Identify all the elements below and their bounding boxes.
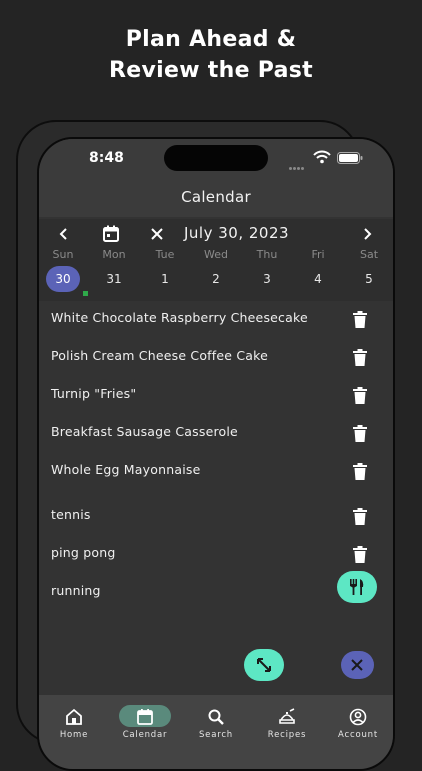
weekday-thu: Thu [256,248,278,261]
activity-name[interactable]: ping pong [51,545,115,560]
phone-screen: 8:48 Calendar July 30, 2023 Sun Mon Tue … [37,137,395,771]
weekday-wed: Wed [204,248,228,261]
day-5[interactable]: 5 [352,266,386,292]
date-title: July 30, 2023 [184,224,290,242]
recipes-icon [279,708,295,724]
search-icon [208,709,224,725]
day-30[interactable]: 30 [46,266,80,292]
activity-name[interactable]: running [51,583,101,598]
home-icon [66,708,82,725]
activity-row: ping pong [39,537,393,573]
account-icon [349,708,367,726]
meal-name[interactable]: White Chocolate Raspberry Cheesecake [51,310,308,325]
status-bar: 8:48 [39,139,393,181]
meal-name[interactable]: Turnip "Fries" [51,386,136,401]
close-icon [351,659,363,671]
trash-icon[interactable] [353,349,367,366]
calendar-picker-icon[interactable] [99,222,123,246]
fork-knife-icon [350,579,364,595]
chevron-left-icon[interactable] [52,222,76,246]
day-4[interactable]: 4 [301,266,335,292]
meal-name[interactable]: Whole Egg Mayonnaise [51,462,200,477]
meal-row: White Chocolate Raspberry Cheesecake [39,302,393,338]
day-2[interactable]: 2 [199,266,233,292]
headline-line-1: Plan Ahead & [125,27,297,52]
nav-recipes[interactable]: Recipes [252,703,322,743]
trash-icon[interactable] [353,508,367,525]
chevron-right-icon[interactable] [355,222,379,246]
meal-row: Whole Egg Mayonnaise [39,454,393,490]
expand-diagonal-icon [257,658,271,672]
bottom-navigation: Home Calendar Search Recipes Account [39,695,393,769]
day-1[interactable]: 1 [148,266,182,292]
meal-row: Breakfast Sausage Casserole [39,416,393,452]
meal-name[interactable]: Polish Cream Cheese Coffee Cake [51,348,268,363]
activity-row: tennis [39,499,393,535]
meal-row: Polish Cream Cheese Coffee Cake [39,340,393,376]
expand-button[interactable] [244,649,284,681]
trash-icon[interactable] [353,425,367,442]
signal-icon [289,155,311,170]
nav-recipes-label: Recipes [267,730,307,740]
dynamic-island [164,145,268,171]
calendar-icon [137,709,153,725]
day-3[interactable]: 3 [250,266,284,292]
calendar-strip: July 30, 2023 Sun Mon Tue Wed Thu Fri Sa… [39,219,393,301]
weekday-mon: Mon [102,248,126,261]
clear-date-icon[interactable] [145,222,169,246]
activity-name[interactable]: tennis [51,507,91,522]
trash-icon[interactable] [353,387,367,404]
weekday-sun: Sun [52,248,74,261]
trash-icon[interactable] [353,463,367,480]
headline-line-2: Review the Past [109,58,313,83]
trash-icon[interactable] [353,311,367,328]
headline: Plan Ahead & Review the Past [0,24,422,86]
meal-row: Turnip "Fries" [39,378,393,414]
weekday-tue: Tue [155,248,175,261]
day-31[interactable]: 31 [97,266,131,292]
wifi-icon [313,150,331,164]
nav-search[interactable]: Search [181,703,251,743]
weekday-fri: Fri [311,248,325,261]
nav-calendar-label: Calendar [122,730,168,740]
nav-account[interactable]: Account [323,703,393,743]
nav-home-label: Home [59,730,89,740]
app-bar: Calendar [39,181,393,217]
nav-search-label: Search [198,730,233,740]
nav-calendar[interactable]: Calendar [110,703,180,743]
status-time: 8:48 [89,150,124,166]
battery-icon [337,152,363,164]
close-button[interactable] [341,651,374,679]
trash-icon[interactable] [353,546,367,563]
nav-account-label: Account [338,730,378,740]
nav-home[interactable]: Home [39,703,109,743]
page-title: Calendar [181,188,251,206]
meal-name[interactable]: Breakfast Sausage Casserole [51,424,238,439]
add-meal-button[interactable] [337,571,377,603]
weekday-sat: Sat [359,248,379,261]
event-dot [83,291,88,296]
